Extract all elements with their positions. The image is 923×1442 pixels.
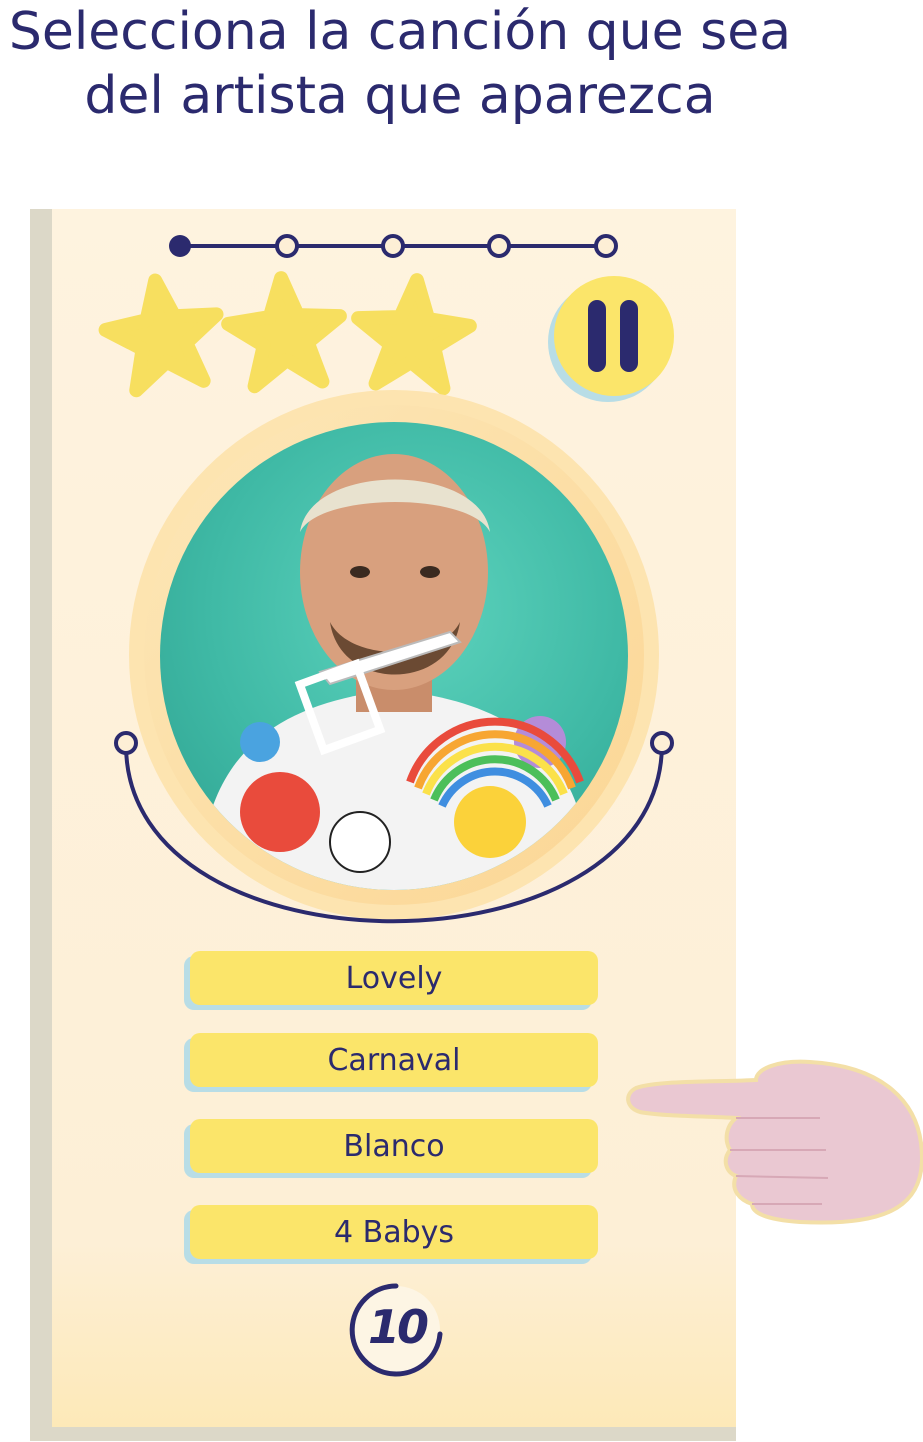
progress-dot-2 <box>275 234 299 258</box>
artist-photo <box>160 422 628 890</box>
answer-option-lovely[interactable]: Lovely <box>190 951 598 1005</box>
answer-option-blanco[interactable]: Blanco <box>190 1119 598 1173</box>
progress-dot-1 <box>169 235 191 257</box>
answer-option-carnaval[interactable]: Carnaval <box>190 1033 598 1087</box>
answer-option-label: 4 Babys <box>333 1214 454 1250</box>
answer-option-4-babys[interactable]: 4 Babys <box>190 1205 598 1259</box>
progress-dot-3 <box>381 234 405 258</box>
countdown-timer: 10 <box>367 1300 429 1354</box>
progress-dot-4 <box>487 234 511 258</box>
progress-dot-5 <box>594 234 618 258</box>
answer-option-label: Lovely <box>345 960 443 996</box>
answer-option-label: Carnaval <box>327 1042 461 1078</box>
answer-option-label: Blanco <box>343 1128 445 1164</box>
artist-illustration <box>200 454 590 890</box>
